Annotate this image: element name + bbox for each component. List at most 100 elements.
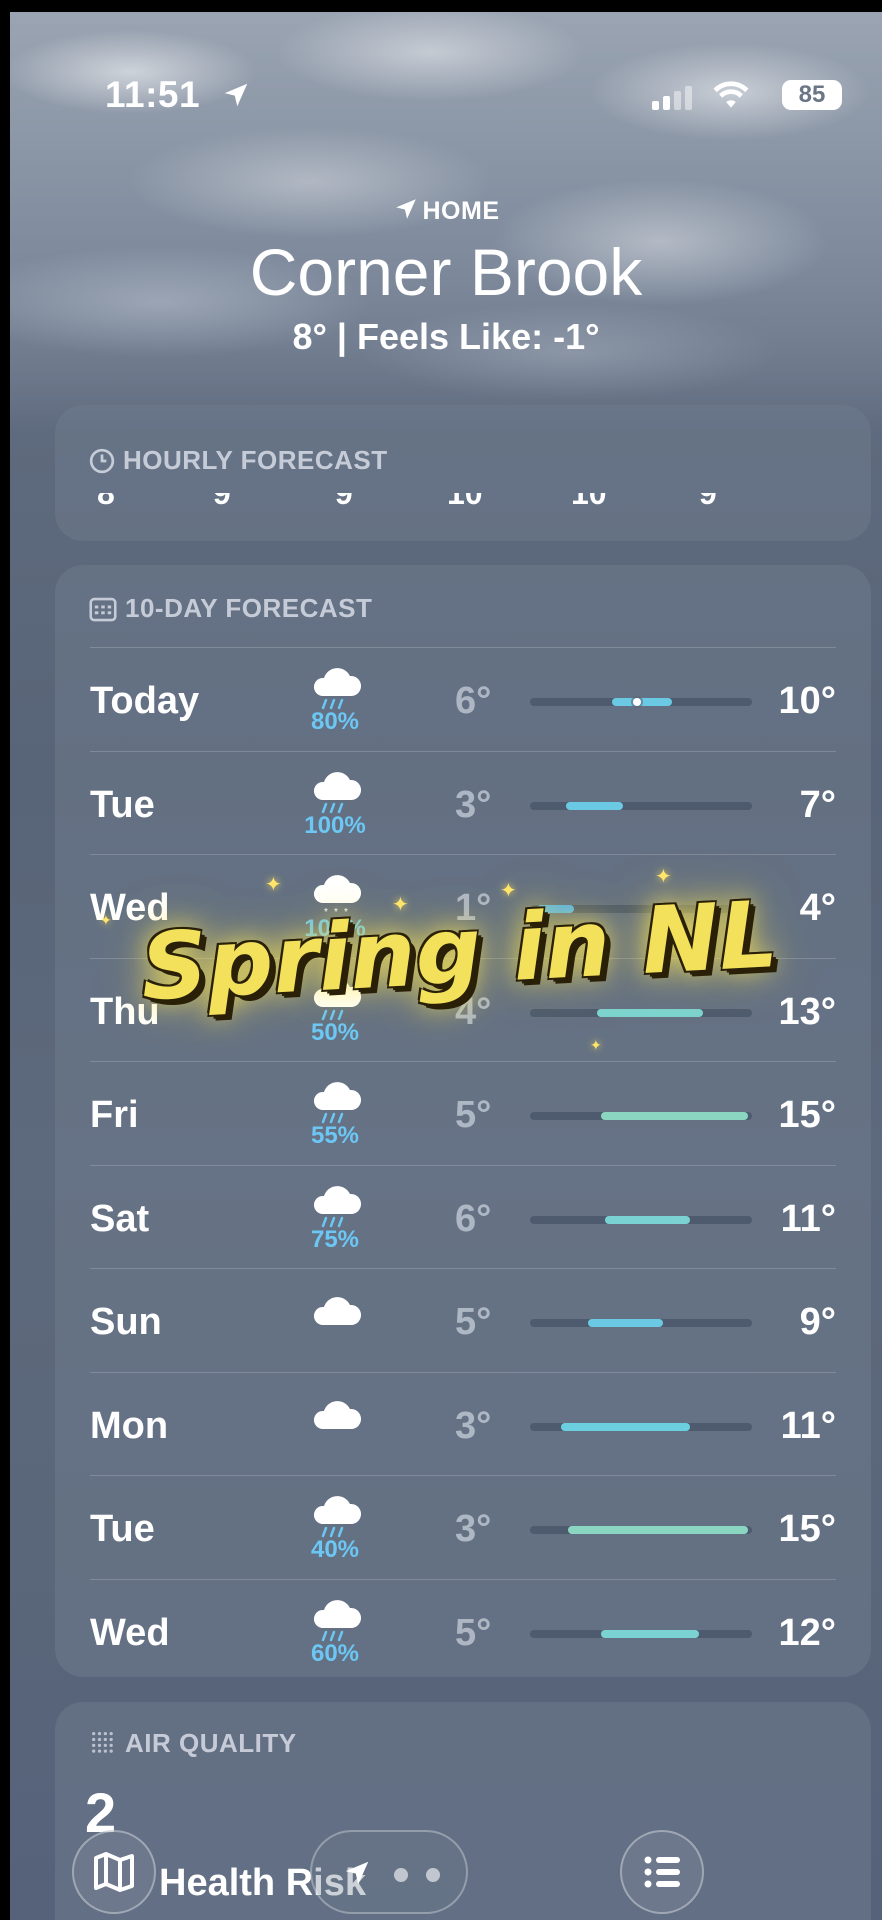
temperature-range-bar	[605, 1215, 690, 1224]
air-quality-title: AIR QUALITY	[89, 1728, 297, 1759]
temperature-range-track	[530, 1215, 752, 1224]
hour-temp: 9	[213, 493, 231, 511]
sparkle-icon: ✦	[500, 880, 517, 902]
low-temp: 5°	[455, 1094, 492, 1136]
temperature-range-track	[530, 1526, 752, 1534]
hourly-forecast-title: HOURLY FORECAST	[89, 445, 388, 476]
day-name: Today	[90, 680, 200, 722]
temperature-range-bar	[561, 1422, 690, 1431]
day-row[interactable]: Fri 55% 5° 15°	[90, 1061, 836, 1164]
hourly-strip[interactable]: 8 9 9 10 10 9	[89, 493, 837, 517]
day-row[interactable]: Sat 75% 6° 11°	[90, 1164, 836, 1268]
rain-cloud-icon	[313, 668, 362, 710]
temperature-range-bar	[612, 698, 673, 706]
temperature-range-bar	[601, 1112, 748, 1120]
precipitation-chance: 40%	[310, 1536, 360, 1563]
temperature-range-track	[530, 1112, 752, 1120]
temperature-range-bar	[587, 1319, 664, 1327]
current-temp-dot	[632, 698, 641, 706]
high-temp: 4°	[799, 887, 836, 929]
ten-day-forecast-title: 10-DAY FORECAST	[89, 593, 372, 624]
temperature-range-track	[530, 1422, 752, 1431]
current-location-icon	[345, 1861, 369, 1885]
overlay-sticker-text: Spring in NL	[138, 881, 781, 1022]
temperature-range-bar	[565, 801, 624, 810]
high-temp: 15°	[778, 1508, 836, 1550]
day-name: Mon	[90, 1404, 169, 1447]
map-button[interactable]	[72, 1830, 156, 1914]
high-temp: 12°	[778, 1611, 836, 1654]
weather-screen: 11:51 85 HOME Corner Brook 8° | Feels Li…	[10, 12, 882, 1920]
day-name: Tue	[90, 1508, 155, 1550]
precipitation-chance: 55%	[310, 1122, 360, 1149]
rain-cloud-icon	[313, 771, 362, 813]
map-icon	[94, 1852, 134, 1892]
rain-cloud-icon	[313, 1082, 362, 1124]
low-temp: 3°	[455, 1404, 492, 1447]
sparkle-icon: ✦	[265, 874, 282, 896]
current-temperature: 8° | Feels Like: -1°	[292, 316, 600, 357]
air-quality-title-text: AIR QUALITY	[125, 1728, 297, 1758]
rain-cloud-icon	[313, 1599, 362, 1641]
low-temp: 6°	[455, 1197, 492, 1240]
sparkle-icon: ✦	[100, 912, 112, 928]
low-temp: 3°	[455, 1508, 492, 1550]
clock-icon	[89, 448, 115, 474]
wifi-icon	[713, 81, 749, 108]
day-name: Wed	[90, 1611, 170, 1654]
locations-list-button[interactable]	[620, 1830, 704, 1914]
battery-icon: 85	[782, 80, 842, 110]
sparkle-icon: ✦	[392, 894, 409, 916]
location-label: HOME	[10, 196, 882, 226]
page-dot	[426, 1868, 440, 1882]
temperature-range-bar	[601, 1629, 699, 1638]
high-temp: 11°	[780, 1197, 836, 1240]
day-name: Sat	[90, 1197, 150, 1240]
sparkle-icon: ✦	[590, 1037, 602, 1053]
navigation-arrow-icon	[395, 199, 416, 219]
temperature-range-track	[530, 1319, 752, 1327]
hour-temp: 10	[571, 493, 607, 511]
day-row[interactable]: Mon 3° 11°	[90, 1371, 836, 1475]
rain-cloud-icon	[313, 1185, 362, 1227]
ten-day-forecast-title-text: 10-DAY FORECAST	[125, 593, 373, 623]
day-row[interactable]: Tue 100% 3° 7°	[90, 750, 836, 854]
day-row[interactable]: Wed 60% 5° 12°	[90, 1578, 836, 1682]
location-label-text: HOME	[422, 197, 500, 225]
precipitation-chance: 80%	[310, 708, 360, 735]
cellular-signal-icon	[652, 86, 692, 110]
high-temp: 7°	[799, 783, 836, 826]
high-temp: 15°	[778, 1094, 836, 1136]
hour-temp: 8	[97, 493, 115, 511]
hourly-forecast-card[interactable]: HOURLY FORECAST 8 9 9 10 10 9	[55, 405, 871, 541]
temperature-range-bar	[567, 1526, 748, 1534]
precipitation-chance: 75%	[310, 1225, 360, 1253]
status-time: 11:51	[105, 74, 201, 115]
rain-cloud-icon	[313, 1496, 362, 1538]
day-name: Tue	[90, 783, 155, 826]
location-pager[interactable]	[310, 1830, 468, 1914]
page-dot	[394, 1868, 408, 1882]
list-icon	[644, 1856, 680, 1888]
low-temp: 6°	[455, 680, 492, 722]
day-row[interactable]: Sun 5° 9°	[90, 1268, 836, 1371]
temperature-range-track	[530, 801, 752, 810]
day-row[interactable]: Today 80% 6° 10°	[90, 647, 836, 750]
precipitation-chance: 100%	[304, 811, 366, 839]
ten-day-forecast-card: 10-DAY FORECAST Today 80% 6° 10° Tue 100% 3° 7°…	[55, 565, 871, 1677]
precipitation-chance: 60%	[310, 1639, 360, 1667]
high-temp: 11°	[780, 1404, 836, 1447]
temperature-range-track	[530, 1629, 752, 1638]
day-row[interactable]: Tue 40% 3° 15°	[90, 1475, 836, 1578]
high-temp: 10°	[778, 680, 836, 722]
status-bar: 11:51 85	[105, 74, 842, 115]
calendar-icon	[89, 597, 117, 622]
city-name: Corner Brook	[249, 235, 643, 309]
high-temp: 9°	[799, 1301, 836, 1343]
low-temp: 5°	[455, 1611, 492, 1654]
cloud-icon	[313, 1297, 362, 1325]
hour-temp: 10	[447, 493, 483, 511]
hourly-forecast-title-text: HOURLY FORECAST	[123, 445, 388, 475]
cloud-icon	[313, 1400, 362, 1429]
high-temp: 13°	[778, 990, 836, 1033]
